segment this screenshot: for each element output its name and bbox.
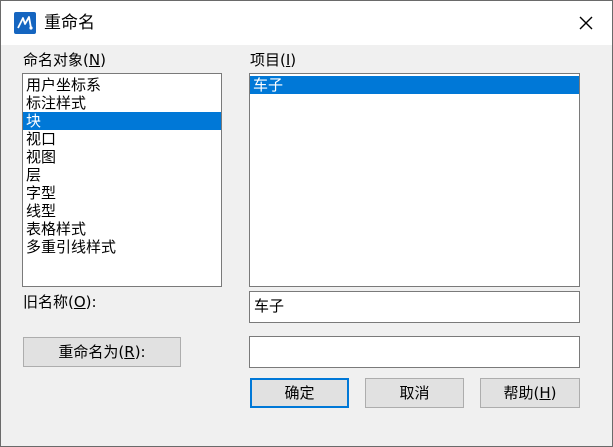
- close-icon[interactable]: [574, 11, 598, 35]
- list-item[interactable]: 表格样式: [23, 220, 221, 238]
- app-logo-icon: [14, 12, 36, 34]
- items-list[interactable]: 车子: [249, 73, 580, 287]
- list-item[interactable]: 多重引线样式: [23, 238, 221, 256]
- title-bar: 重命名: [1, 1, 612, 45]
- list-item[interactable]: 层: [23, 166, 221, 184]
- list-item[interactable]: 用户坐标系: [23, 76, 221, 94]
- list-item[interactable]: 字型: [23, 184, 221, 202]
- named-objects-list[interactable]: 用户坐标系 标注样式块视口 视图层字型 线型 表格样式 多重引线样式: [22, 73, 222, 287]
- help-button[interactable]: 帮助(H): [480, 378, 580, 408]
- old-name-field: 车子: [249, 291, 580, 323]
- list-item[interactable]: 标注样式: [23, 94, 221, 112]
- list-item[interactable]: 车子: [250, 76, 579, 94]
- new-name-input[interactable]: [249, 336, 580, 368]
- list-item[interactable]: 视口: [23, 130, 221, 148]
- list-item[interactable]: 线型: [23, 202, 221, 220]
- named-objects-label: 命名对象(N): [23, 51, 106, 69]
- items-label: 项目(I): [250, 51, 297, 69]
- old-name-label: 旧名称(O):: [23, 293, 97, 311]
- list-item[interactable]: 视图: [23, 148, 221, 166]
- cancel-button[interactable]: 取消: [365, 378, 464, 408]
- window-title: 重命名: [44, 13, 95, 33]
- rename-to-button[interactable]: 重命名为(R):: [23, 337, 181, 367]
- list-item[interactable]: 块: [23, 112, 221, 130]
- rename-dialog: 重命名 命名对象(N) 用户坐标系 标注样式块视口 视图层字型 线型 表格样式 多重引线样…: [0, 0, 613, 447]
- ok-button[interactable]: 确定: [250, 378, 349, 408]
